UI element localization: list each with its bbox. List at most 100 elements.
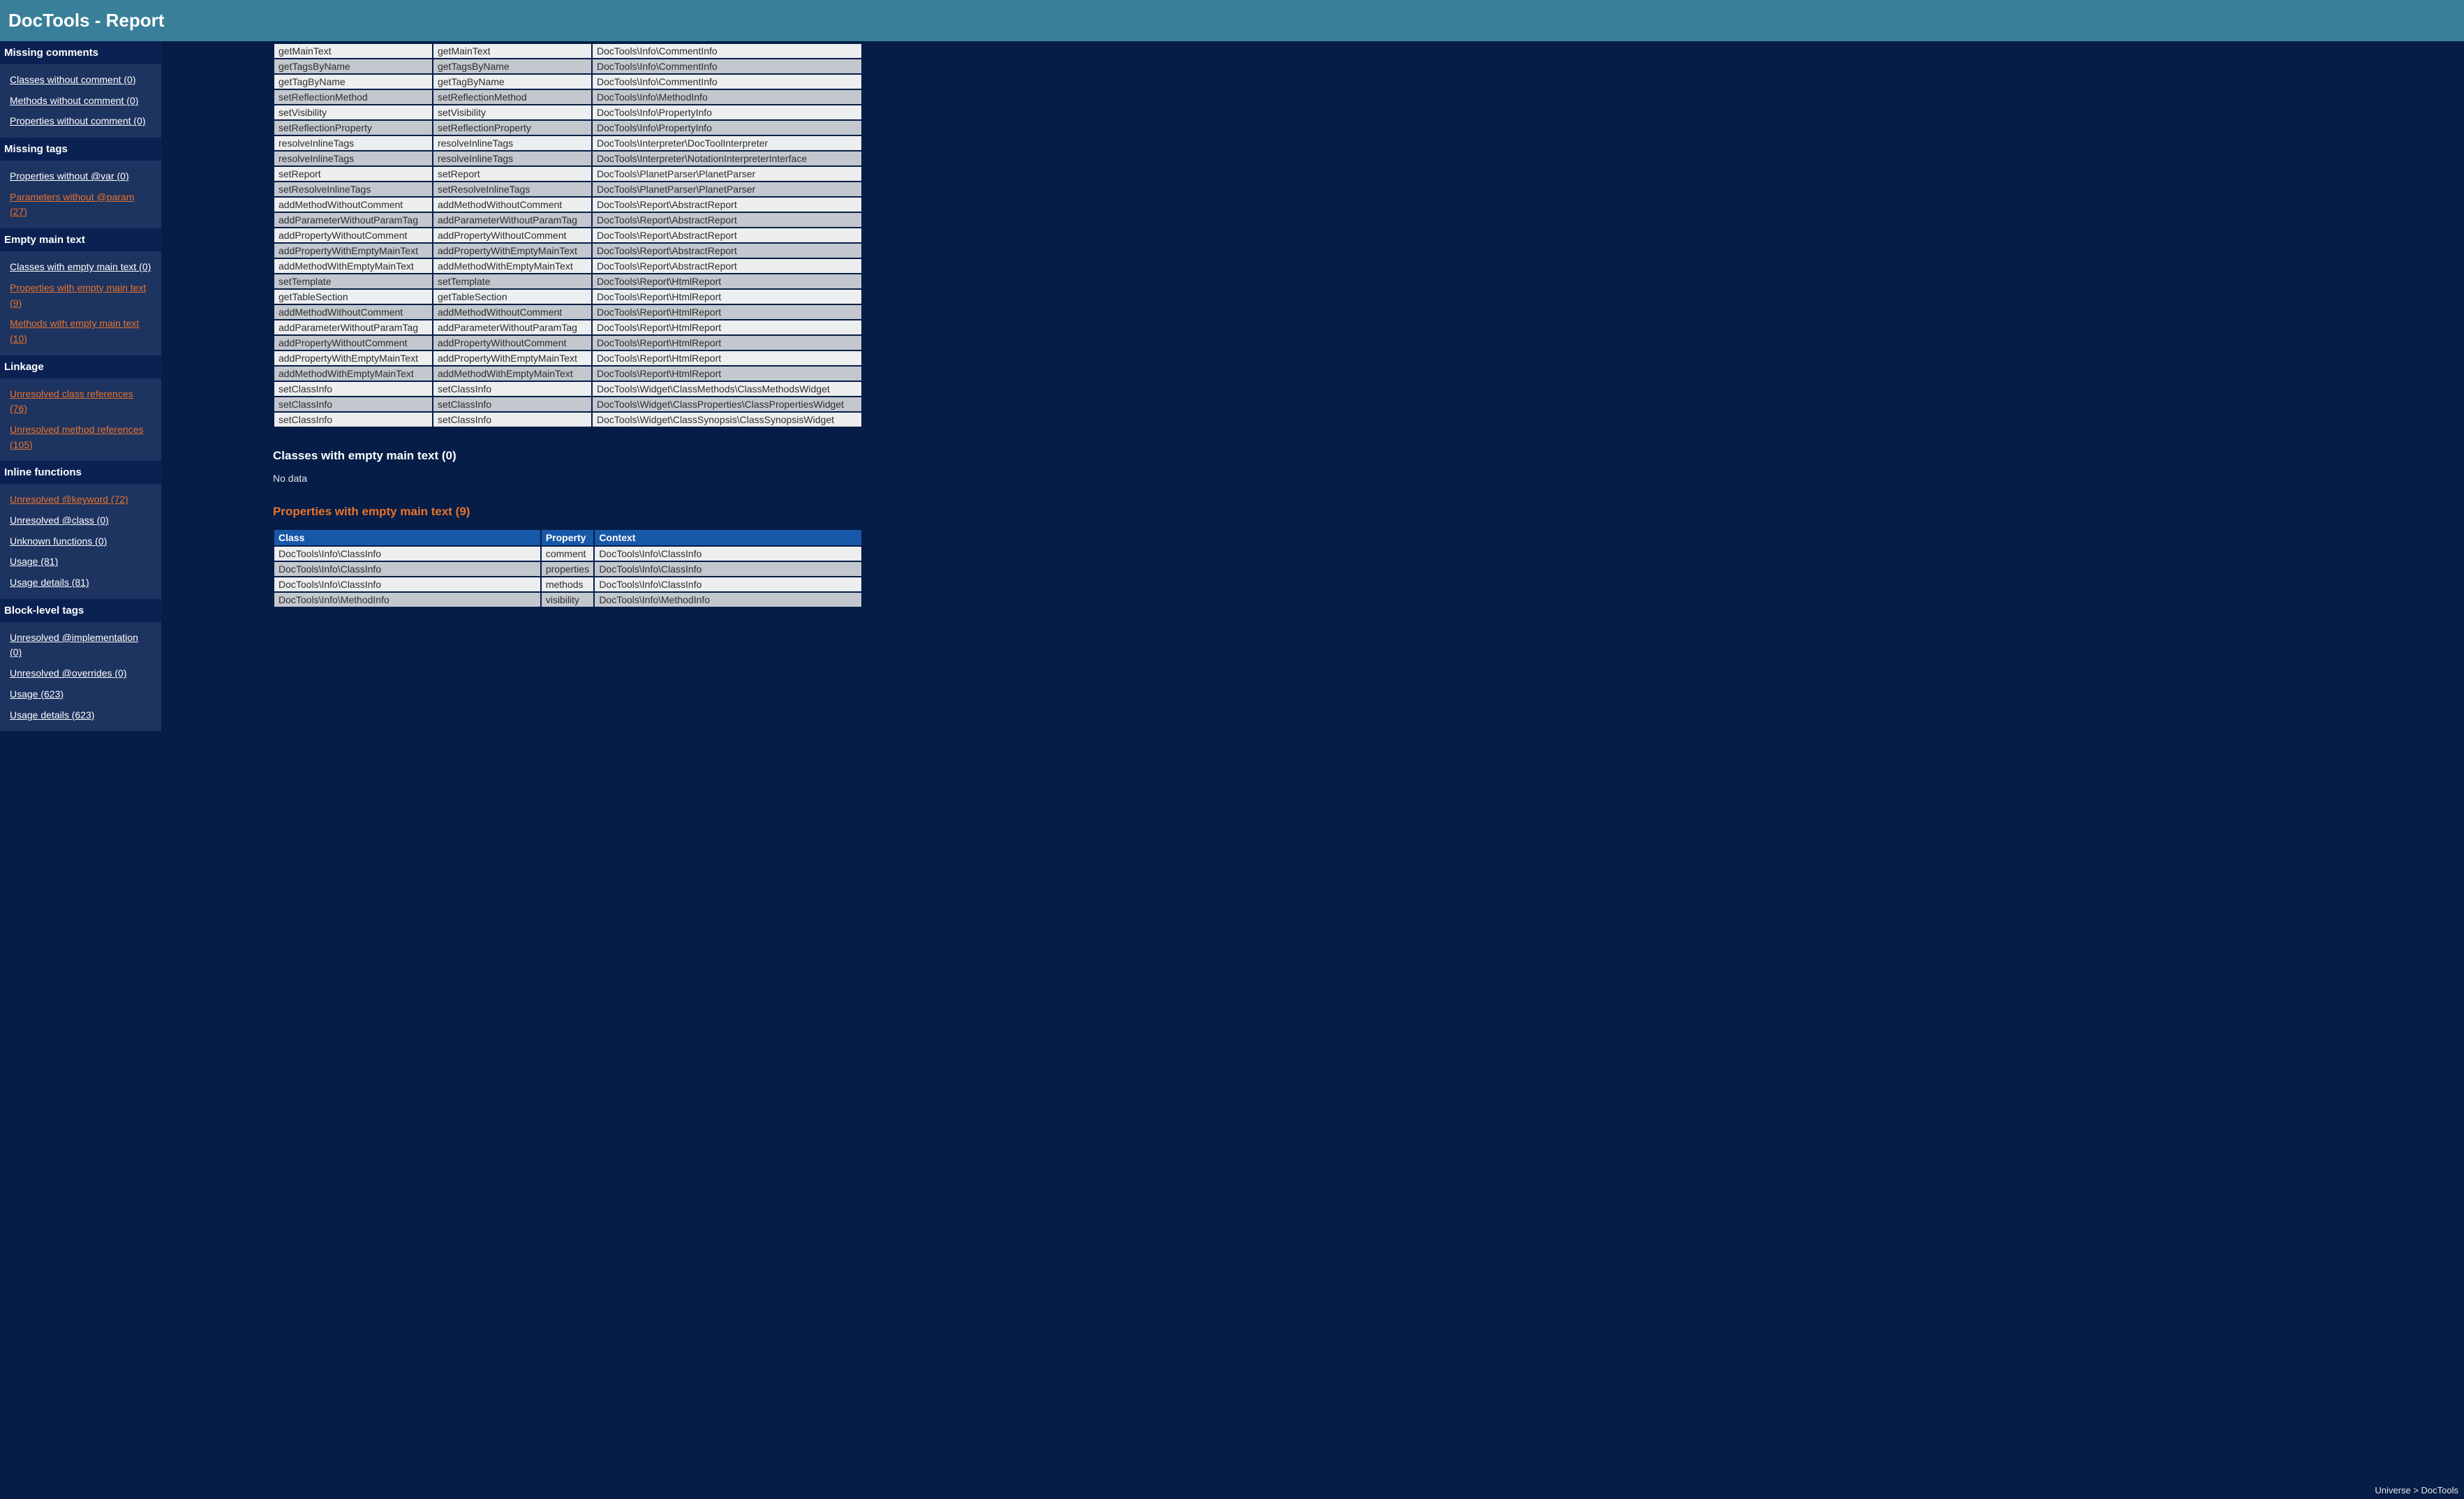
- section-heading-properties-empty: Properties with empty main text (9): [273, 505, 863, 519]
- no-data-text: No data: [273, 473, 863, 484]
- table-row: DocTools\Info\ClassInfomethodsDocTools\I…: [274, 577, 861, 591]
- table-cell: DocTools\Info\ClassInfo: [595, 547, 861, 561]
- table-row: addParameterWithoutParamTagaddParameterW…: [274, 213, 861, 227]
- table-cell: DocTools\Report\HtmlReport: [593, 274, 861, 288]
- table-cell: addMethodWithoutComment: [433, 305, 591, 319]
- table-row: addPropertyWithEmptyMainTextaddPropertyW…: [274, 244, 861, 258]
- table-cell: DocTools\Report\HtmlReport: [593, 305, 861, 319]
- sidebar-link[interactable]: Unresolved @class (0): [0, 510, 161, 531]
- sidebar-link[interactable]: Parameters without @param (27): [0, 187, 161, 223]
- sidebar-link[interactable]: Properties with empty main text (9): [0, 278, 161, 313]
- sidebar-section-links: Unresolved class references (76)Unresolv…: [0, 378, 161, 461]
- table-cell: DocTools\Report\HtmlReport: [593, 351, 861, 365]
- table-cell: DocTools\Report\AbstractReport: [593, 213, 861, 227]
- properties-table: Class Property Context DocTools\Info\Cla…: [273, 529, 863, 608]
- table-cell: setTemplate: [274, 274, 432, 288]
- sidebar-link[interactable]: Unresolved method references (105): [0, 420, 161, 455]
- table-cell: getTagsByName: [433, 59, 591, 73]
- header-bar: DocTools - Report: [0, 0, 2464, 41]
- table-row: setTemplatesetTemplateDocTools\Report\Ht…: [274, 274, 861, 288]
- sidebar-link[interactable]: Unresolved class references (76): [0, 384, 161, 420]
- table-cell: addPropertyWithEmptyMainText: [433, 244, 591, 258]
- sidebar-link[interactable]: Properties without comment (0): [0, 111, 161, 132]
- table-row: addMethodWithoutCommentaddMethodWithoutC…: [274, 198, 861, 212]
- table-cell: setClassInfo: [433, 413, 591, 427]
- table-cell: DocTools\Info\CommentInfo: [593, 75, 861, 89]
- table-cell: setResolveInlineTags: [274, 182, 432, 196]
- table-row: DocTools\Info\MethodInfovisibilityDocToo…: [274, 593, 861, 607]
- sidebar-link[interactable]: Unresolved @keyword (72): [0, 489, 161, 510]
- table-row: setResolveInlineTagssetResolveInlineTags…: [274, 182, 861, 196]
- table-cell: DocTools\Info\CommentInfo: [593, 44, 861, 58]
- sidebar-section-title: Inline functions: [0, 461, 161, 484]
- sidebar-link[interactable]: Classes with empty main text (0): [0, 257, 161, 278]
- table-cell: addPropertyWithEmptyMainText: [433, 351, 591, 365]
- sidebar-section-links: Classes with empty main text (0)Properti…: [0, 251, 161, 355]
- table-cell: setResolveInlineTags: [433, 182, 591, 196]
- sidebar-section-title: Missing comments: [0, 41, 161, 64]
- table-cell: DocTools\Info\MethodInfo: [593, 90, 861, 104]
- col-header-context: Context: [595, 530, 861, 545]
- table-cell: addPropertyWithoutComment: [433, 336, 591, 350]
- table-cell: methods: [542, 577, 593, 591]
- table-cell: getTagByName: [274, 75, 432, 89]
- sidebar-section-title: Missing tags: [0, 138, 161, 161]
- table-cell: setClassInfo: [433, 397, 591, 411]
- sidebar-link[interactable]: Methods without comment (0): [0, 91, 161, 112]
- sidebar-section-links: Classes without comment (0)Methods witho…: [0, 64, 161, 138]
- main-content: getMainTextgetMainTextDocTools\Info\Comm…: [161, 41, 2464, 1499]
- table-cell: setVisibility: [433, 105, 591, 119]
- sidebar-link[interactable]: Unknown functions (0): [0, 531, 161, 552]
- table-row: addPropertyWithoutCommentaddPropertyWith…: [274, 228, 861, 242]
- sidebar-link[interactable]: Properties without @var (0): [0, 166, 161, 187]
- table-cell: addPropertyWithoutComment: [433, 228, 591, 242]
- sidebar-link[interactable]: Usage details (623): [0, 705, 161, 726]
- table-row: setReportsetReportDocTools\PlanetParser\…: [274, 167, 861, 181]
- table-cell: addMethodWithEmptyMainText: [274, 259, 432, 273]
- table-cell: setClassInfo: [274, 413, 432, 427]
- table-cell: addMethodWithEmptyMainText: [274, 367, 432, 381]
- sidebar-section-links: Unresolved @keyword (72)Unresolved @clas…: [0, 484, 161, 598]
- sidebar-link[interactable]: Methods with empty main text (10): [0, 313, 161, 349]
- table-cell: DocTools\Report\HtmlReport: [593, 320, 861, 334]
- table-cell: getTagsByName: [274, 59, 432, 73]
- table-cell: addPropertyWithoutComment: [274, 228, 432, 242]
- table-cell: addParameterWithoutParamTag: [274, 320, 432, 334]
- table-cell: setReflectionProperty: [274, 121, 432, 135]
- table-cell: setReflectionMethod: [274, 90, 432, 104]
- table-cell: setClassInfo: [274, 397, 432, 411]
- table-cell: DocTools\Info\ClassInfo: [595, 577, 861, 591]
- table-cell: DocTools\Report\AbstractReport: [593, 228, 861, 242]
- sidebar-link[interactable]: Usage (623): [0, 684, 161, 705]
- sidebar-link[interactable]: Usage details (81): [0, 573, 161, 593]
- sidebar-section-title: Empty main text: [0, 228, 161, 251]
- sidebar-section-title: Linkage: [0, 355, 161, 378]
- col-header-class: Class: [274, 530, 540, 545]
- table-row: setVisibilitysetVisibilityDocTools\Info\…: [274, 105, 861, 119]
- table-cell: addMethodWithoutComment: [274, 305, 432, 319]
- table-row: DocTools\Info\ClassInfocommentDocTools\I…: [274, 547, 861, 561]
- table-cell: DocTools\PlanetParser\PlanetParser: [593, 167, 861, 181]
- table-row: setClassInfosetClassInfoDocTools\Widget\…: [274, 397, 861, 411]
- table-cell: DocTools\Interpreter\NotationInterpreter…: [593, 152, 861, 165]
- table-cell: setClassInfo: [274, 382, 432, 396]
- sidebar-link[interactable]: Classes without comment (0): [0, 70, 161, 91]
- sidebar-link[interactable]: Unresolved @overrides (0): [0, 663, 161, 684]
- table-row: setClassInfosetClassInfoDocTools\Widget\…: [274, 413, 861, 427]
- table-row: addParameterWithoutParamTagaddParameterW…: [274, 320, 861, 334]
- table-cell: addPropertyWithoutComment: [274, 336, 432, 350]
- table-row: addPropertyWithEmptyMainTextaddPropertyW…: [274, 351, 861, 365]
- table-cell: addPropertyWithEmptyMainText: [274, 244, 432, 258]
- sidebar-link[interactable]: Usage (81): [0, 552, 161, 573]
- table-cell: DocTools\Interpreter\DocToolInterpreter: [593, 136, 861, 150]
- table-cell: DocTools\Info\ClassInfo: [274, 562, 540, 576]
- table-cell: DocTools\Info\PropertyInfo: [593, 105, 861, 119]
- table-cell: DocTools\Info\PropertyInfo: [593, 121, 861, 135]
- table-cell: getTableSection: [274, 290, 432, 304]
- section-heading-classes-empty: Classes with empty main text (0): [273, 449, 863, 463]
- sidebar-link[interactable]: Unresolved @implementation (0): [0, 628, 161, 663]
- table-cell: resolveInlineTags: [274, 152, 432, 165]
- table-cell: DocTools\Widget\ClassMethods\ClassMethod…: [593, 382, 861, 396]
- top-data-table: getMainTextgetMainTextDocTools\Info\Comm…: [273, 41, 863, 428]
- page-title: DocTools - Report: [8, 10, 2456, 31]
